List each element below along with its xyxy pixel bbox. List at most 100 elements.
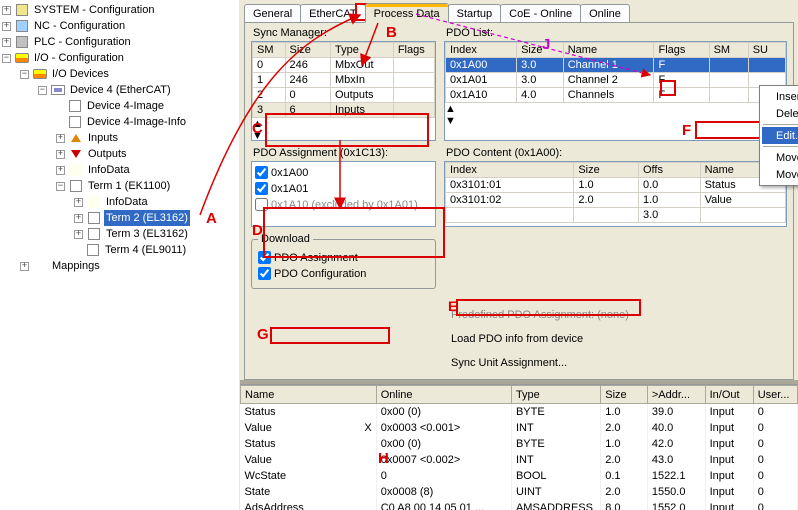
expander-icon[interactable]: + [56,134,65,143]
tab-coe-online[interactable]: CoE - Online [500,4,581,22]
tree-infodata[interactable]: InfoData [86,162,132,178]
col-inout[interactable]: In/Out [705,386,753,404]
tree-term1-info[interactable]: InfoData [104,194,150,210]
col-user[interactable]: User... [753,386,797,404]
tree-io[interactable]: I/O - Configuration [32,50,126,66]
expander-icon[interactable]: + [56,150,65,159]
checkbox[interactable] [258,267,271,280]
col-size[interactable]: Size [601,386,648,404]
col-type[interactable]: Type [511,386,600,404]
expander-icon[interactable]: − [56,182,65,191]
variable-row[interactable]: Status0x00 (0)BYTE1.039.0Input0 [241,404,798,420]
tab-page: Sync Manager: SM Size Type Flags [244,22,794,380]
pdo-list-row: 0x1A003.0Channel 1F [446,58,786,73]
scrollbar[interactable]: ▲▼ [445,103,786,127]
tree-iodevices[interactable]: I/O Devices [50,66,111,82]
variable-row[interactable]: ValueX0x0003 <0.001>INT2.040.0Input0 [241,420,798,436]
ctx-insert[interactable]: Insert... [762,88,798,105]
col-offs[interactable]: Offs [638,163,700,178]
variable-row[interactable]: Status0x00 (0)BYTE1.042.0Input0 [241,436,798,452]
tree-outputs[interactable]: Outputs [86,146,129,162]
col-sm[interactable]: SM [253,43,286,58]
col-size[interactable]: Size [285,43,331,58]
expander-icon[interactable]: + [74,198,83,207]
tree-term2[interactable]: Term 2 (EL3162) [104,210,190,226]
tree-mappings[interactable]: Mappings [50,258,102,274]
scrollbar[interactable]: ▲▼ [252,118,435,141]
ctx-edit[interactable]: Edit... [762,127,798,144]
expander-icon[interactable]: − [20,70,29,79]
expander-icon[interactable]: + [20,262,29,271]
tab-online[interactable]: Online [580,4,630,22]
scroll-up-icon[interactable]: ▲ [445,103,786,115]
tree-inputs[interactable]: Inputs [86,130,120,146]
ctx-delete[interactable]: Delete... [762,105,798,122]
context-menu: Insert... Delete... Edit... Move Up Move… [759,85,798,186]
variable-row[interactable]: AdsAddressC0 A8 00 14 05 01 ...AMSADDRES… [241,500,798,510]
download-pdo-configuration: PDO Configuration [258,266,429,281]
col-flags[interactable]: Flags [654,43,709,58]
col-online[interactable]: Online [376,386,511,404]
scroll-down-icon[interactable]: ▼ [252,130,435,141]
predefined-pdo-assignment-button[interactable]: Predefined PDO Assignment: (none) [444,305,787,325]
expander-icon[interactable]: − [38,86,47,95]
col-type[interactable]: Type [331,43,394,58]
expander-icon[interactable]: + [2,38,11,47]
variable-row[interactable]: Value0x0007 <0.002>INT2.043.0Input0 [241,452,798,468]
scroll-up-icon[interactable]: ▲ [252,118,435,130]
expander-icon[interactable]: + [74,230,83,239]
separator [763,146,798,147]
separator [763,124,798,125]
tree-plc[interactable]: PLC - Configuration [32,34,133,50]
col-name[interactable]: Name [241,386,377,404]
tab-ethercat[interactable]: EtherCAT [300,4,365,22]
variable-row[interactable]: WcState0BOOL0.11522.1Input0 [241,468,798,484]
col-sm[interactable]: SM [709,43,748,58]
download-legend: Download [258,233,313,245]
tab-strip: General EtherCAT Process Data Startup Co… [240,0,798,22]
tree-pane[interactable]: + SYSTEM - Configuration + NC - Configurat… [0,0,240,510]
col-size[interactable]: Size [574,163,639,178]
checkbox[interactable] [255,166,268,179]
scroll-up-icon[interactable]: ▲ [445,223,786,227]
pdo-assignment-list[interactable]: 0x1A00 0x1A01 0x1A10 (excluded by 0x1A01… [251,161,436,227]
col-addr[interactable]: >Addr... [647,386,705,404]
expander-icon[interactable]: − [2,54,11,63]
expander-icon[interactable]: + [56,166,65,175]
ctx-move-up[interactable]: Move Up [762,149,798,166]
tree-term4[interactable]: Term 4 (EL9011) [103,242,188,258]
load-pdo-info-button[interactable]: Load PDO info from device [444,329,787,349]
tree-device4-image-info[interactable]: Device 4-Image-Info [85,114,188,130]
pdo-content-table[interactable]: Index Size Offs Name 0x3101:011.00.0Stat… [444,161,787,227]
tree-nc[interactable]: NC - Configuration [32,18,127,34]
sync-manager-table[interactable]: SM Size Type Flags 0246MbxOut 1246MbxIn … [251,41,436,141]
col-flags[interactable]: Flags [393,43,434,58]
expander-icon[interactable]: + [2,6,11,15]
tree-term3[interactable]: Term 3 (EL3162) [104,226,190,242]
scrollbar[interactable]: ▲▼ [445,223,786,227]
ctx-move-down[interactable]: Move Down [762,166,798,183]
col-index[interactable]: Index [446,163,574,178]
checkbox[interactable] [258,251,271,264]
expander-icon[interactable]: + [2,22,11,31]
tab-general[interactable]: General [244,4,301,22]
tree-device4[interactable]: Device 4 (EtherCAT) [68,82,173,98]
expander-icon[interactable]: + [74,214,83,223]
checkbox[interactable] [255,198,268,211]
pdo-list-table[interactable]: Index Size Name Flags SM SU 0x1A003.0Cha… [444,41,787,141]
col-name[interactable]: Name [563,43,654,58]
checkbox[interactable] [255,182,268,195]
tab-startup[interactable]: Startup [448,4,501,22]
sync-unit-assignment-button[interactable]: Sync Unit Assignment... [444,353,787,373]
variable-row[interactable]: State0x0008 (8)UINT2.01550.0Input0 [241,484,798,500]
variable-grid[interactable]: Name Online Type Size >Addr... In/Out Us… [240,384,798,510]
col-size[interactable]: Size [517,43,564,58]
tab-process-data[interactable]: Process Data [365,3,449,23]
col-su[interactable]: SU [748,43,785,58]
col-index[interactable]: Index [446,43,517,58]
pdo-content-row: 0x3101:011.00.0Status [446,178,786,193]
tree-term1[interactable]: Term 1 (EK1100) [86,178,172,194]
tree-device4-image[interactable]: Device 4-Image [85,98,166,114]
scroll-down-icon[interactable]: ▼ [445,115,786,127]
tree-system[interactable]: SYSTEM - Configuration [32,2,156,18]
